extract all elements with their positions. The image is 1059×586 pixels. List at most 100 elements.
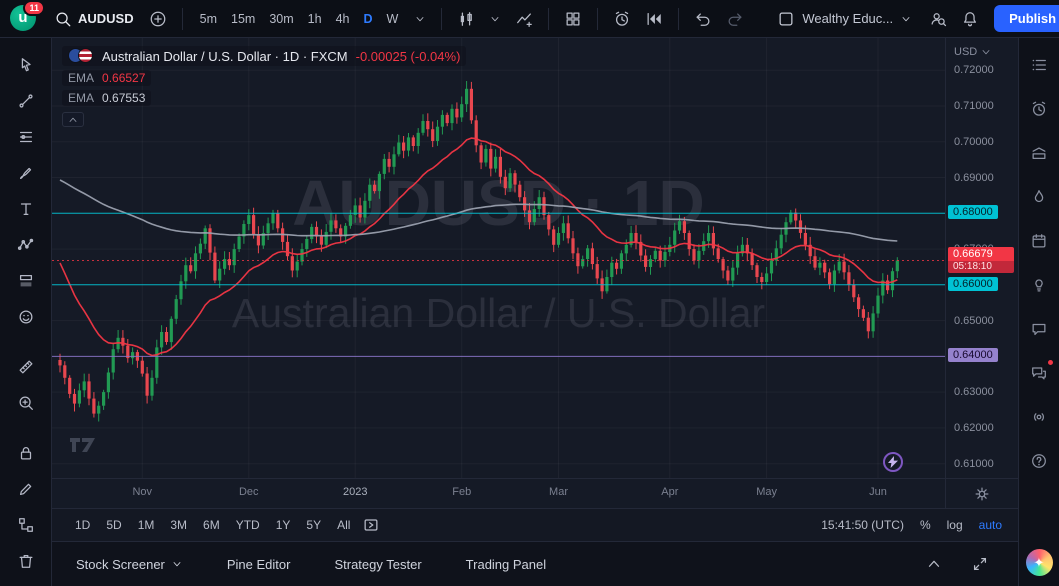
tool-edit-button[interactable] — [9, 472, 43, 506]
time-label-Apr: Apr — [661, 486, 678, 498]
tool-object-tree-button[interactable] — [9, 508, 43, 542]
calendar-go-icon — [362, 516, 380, 534]
community-search-button[interactable] — [924, 5, 952, 33]
tool-fib-retracement-button[interactable] — [9, 120, 43, 154]
interval-button-D[interactable]: D — [356, 8, 379, 30]
tool-cursor-button[interactable] — [9, 48, 43, 82]
range-5D-button[interactable]: 5D — [99, 515, 128, 535]
replay-icon — [645, 10, 663, 28]
sidebar-watchlist-button[interactable] — [1022, 48, 1056, 82]
ai-assistant-button[interactable]: ✦ — [1026, 549, 1053, 576]
boost-button[interactable] — [883, 452, 903, 472]
indicator-row[interactable]: EMA 0.67553 — [62, 90, 151, 106]
tab-stock-screener[interactable]: Stock Screener — [76, 557, 183, 572]
tool-emoji-button[interactable] — [9, 300, 43, 334]
time-label-Feb: Feb — [452, 486, 471, 498]
chevron-up-icon — [925, 555, 943, 573]
indicator-row[interactable]: EMA 0.66527 — [62, 70, 151, 86]
range-5Y-button[interactable]: 5Y — [299, 515, 328, 535]
tab-pine-editor[interactable]: Pine Editor — [227, 557, 291, 572]
interval-button-5m[interactable]: 5m — [193, 8, 224, 30]
tradingview-logo[interactable] — [68, 436, 100, 457]
interval-button-1h[interactable]: 1h — [301, 8, 329, 30]
sidebar-messages-button[interactable] — [1022, 356, 1056, 390]
tool-zoom-in-button[interactable] — [9, 386, 43, 420]
indicators-button[interactable] — [510, 5, 538, 33]
calendar-icon — [1030, 232, 1048, 250]
bar-replay-button[interactable] — [640, 5, 668, 33]
layout-select[interactable]: Wealthy Educ... — [769, 6, 920, 32]
tab-trading-panel[interactable]: Trading Panel — [466, 557, 546, 572]
last-price-value: 0.66679 — [948, 247, 1014, 261]
tool-brush-button[interactable] — [9, 156, 43, 190]
time-axis[interactable]: NovDec2023FebMarAprMayJun — [52, 478, 945, 508]
sidebar-hotlists-button[interactable] — [1022, 136, 1056, 170]
legend-collapse-button[interactable] — [62, 112, 84, 127]
chart-plot[interactable]: AUDUSD · 1D Australian Dollar / U.S. Dol… — [52, 38, 945, 478]
tool-trend-line-button[interactable] — [9, 84, 43, 118]
price-scale-currency[interactable]: USD — [954, 46, 992, 58]
chart-style-menu-button[interactable] — [484, 8, 506, 30]
panel-expand-button[interactable] — [920, 550, 948, 578]
xabcd-pattern-icon — [17, 236, 35, 254]
trend-line-icon — [17, 92, 35, 110]
log-scale-toggle[interactable]: log — [947, 518, 963, 532]
publish-button[interactable]: Publish — [994, 5, 1059, 32]
level-price-badge: 0.66000 — [948, 277, 998, 291]
watchlist-icon — [1030, 56, 1048, 74]
bar-countdown: 05:18:10 — [948, 261, 1014, 273]
currency-label: USD — [954, 46, 977, 58]
edit-icon — [17, 480, 35, 498]
search-icon — [54, 10, 72, 28]
price-tick: 0.69000 — [954, 172, 994, 184]
time-label-May: May — [756, 486, 777, 498]
legend-title[interactable]: Australian Dollar / U.S. Dollar · 1D · F… — [102, 49, 348, 64]
sidebar-chat-button[interactable] — [1022, 312, 1056, 346]
go-to-date-button[interactable] — [357, 511, 385, 539]
tab-strategy-tester[interactable]: Strategy Tester — [334, 557, 421, 572]
range-1M-button[interactable]: 1M — [131, 515, 162, 535]
range-YTD-button[interactable]: YTD — [229, 515, 267, 535]
tool-long-position-button[interactable] — [9, 264, 43, 298]
broadcast-icon — [1030, 408, 1048, 426]
interval-button-W[interactable]: W — [380, 8, 406, 30]
symbol-search-button[interactable]: AUDUSD — [48, 6, 140, 32]
create-alert-button[interactable] — [608, 5, 636, 33]
sidebar-alerts-button[interactable] — [1022, 92, 1056, 126]
auto-scale-toggle[interactable]: auto — [979, 518, 1002, 532]
sidebar-calendar-button[interactable] — [1022, 224, 1056, 258]
notifications-button[interactable] — [956, 5, 984, 33]
price-scale[interactable]: USD 0.720000.710000.700000.690000.670000… — [945, 38, 1018, 508]
redo-button[interactable] — [721, 5, 749, 33]
tool-text-button[interactable] — [9, 192, 43, 226]
user-search-icon — [929, 10, 947, 28]
range-1D-button[interactable]: 1D — [68, 515, 97, 535]
percent-scale-toggle[interactable]: % — [920, 518, 931, 532]
tool-lock-button[interactable] — [9, 436, 43, 470]
range-6M-button[interactable]: 6M — [196, 515, 227, 535]
chart-style-button[interactable] — [452, 5, 480, 33]
multichart-layout-button[interactable] — [559, 5, 587, 33]
sidebar-broadcast-button[interactable] — [1022, 400, 1056, 434]
utc-clock[interactable]: 15:41:50 (UTC) — [821, 518, 904, 532]
tool-ruler-button[interactable] — [9, 350, 43, 384]
interval-menu-button[interactable] — [409, 8, 431, 30]
sidebar-streams-button[interactable] — [1022, 180, 1056, 214]
range-3M-button[interactable]: 3M — [163, 515, 194, 535]
notification-count-badge: 11 — [23, 0, 45, 16]
range-1Y-button[interactable]: 1Y — [269, 515, 298, 535]
tool-xabcd-pattern-button[interactable] — [9, 228, 43, 262]
tool-remove-button[interactable] — [9, 544, 43, 578]
ruler-icon — [17, 358, 35, 376]
undo-button[interactable] — [689, 5, 717, 33]
panel-maximize-button[interactable] — [966, 550, 994, 578]
range-All-button[interactable]: All — [330, 515, 357, 535]
interval-button-4h[interactable]: 4h — [329, 8, 357, 30]
user-menu-button[interactable]: u 11 — [10, 5, 38, 33]
add-symbol-button[interactable] — [144, 5, 172, 33]
sidebar-help-button[interactable] — [1022, 444, 1056, 478]
settings-gear-icon[interactable] — [973, 485, 991, 503]
interval-button-15m[interactable]: 15m — [224, 8, 262, 30]
interval-button-30m[interactable]: 30m — [262, 8, 300, 30]
sidebar-ideas-button[interactable] — [1022, 268, 1056, 302]
